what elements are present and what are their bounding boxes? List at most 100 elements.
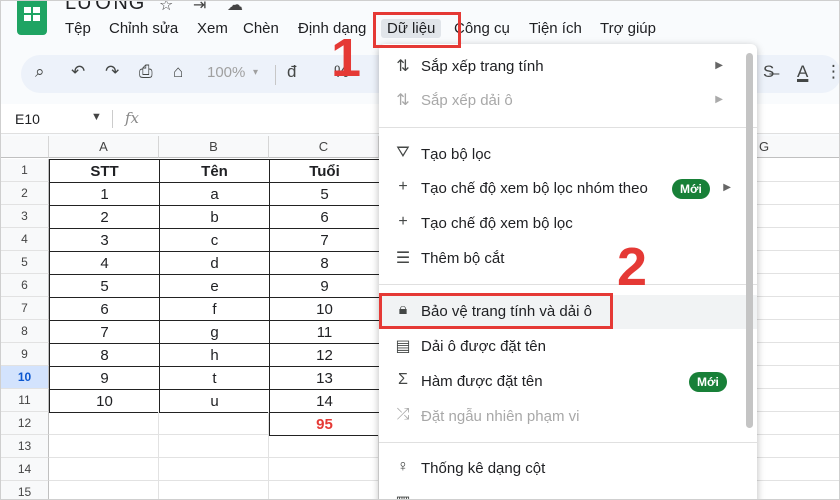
row-header[interactable]: 4 bbox=[1, 228, 49, 251]
table-cell[interactable]: 1 bbox=[49, 182, 160, 206]
table-cell[interactable]: 10 bbox=[49, 389, 160, 413]
table-cell[interactable]: 5 bbox=[269, 182, 380, 206]
menu-item-sort-range[interactable]: ⇅ Sắp xếp dải ô ▶ bbox=[379, 84, 757, 118]
table-cell[interactable]: 8 bbox=[49, 343, 160, 367]
search-icon[interactable]: ⌕ bbox=[35, 62, 45, 82]
row-header[interactable]: 10 bbox=[1, 366, 49, 389]
grid-cell[interactable] bbox=[159, 412, 269, 435]
row-header[interactable]: 9 bbox=[1, 343, 49, 366]
row-header[interactable]: 11 bbox=[1, 389, 49, 412]
paint-format-icon[interactable]: ⌂ bbox=[173, 62, 183, 82]
row-header[interactable]: 2 bbox=[1, 182, 49, 205]
table-cell[interactable]: 6 bbox=[269, 205, 380, 229]
text-color-icon[interactable]: A bbox=[797, 62, 808, 82]
table-cell[interactable]: 8 bbox=[269, 251, 380, 275]
table-cell[interactable]: b bbox=[159, 205, 270, 229]
redo-icon[interactable]: ↷ bbox=[105, 62, 119, 82]
move-folder-icon[interactable]: ⇥ bbox=[193, 1, 206, 15]
table-cell[interactable]: u bbox=[159, 389, 270, 413]
table-cell[interactable]: 13 bbox=[269, 366, 380, 390]
table-cell[interactable]: 12 bbox=[269, 343, 380, 367]
table-cell[interactable]: a bbox=[159, 182, 270, 206]
menu-chinh-sua[interactable]: Chỉnh sửa bbox=[109, 20, 178, 37]
grid-cell[interactable] bbox=[269, 481, 379, 499]
more-options-icon[interactable]: ⋮ bbox=[825, 62, 839, 82]
table-cell[interactable]: 11 bbox=[269, 320, 380, 344]
table-cell[interactable]: 3 bbox=[49, 228, 160, 252]
table-cell[interactable]: c bbox=[159, 228, 270, 252]
zoom-select[interactable]: 100% bbox=[207, 64, 245, 81]
menu-cong-cu[interactable]: Công cụ bbox=[454, 20, 510, 37]
table-cell[interactable]: 10 bbox=[269, 297, 380, 321]
table-header-cell[interactable]: Tuổi bbox=[269, 159, 380, 183]
menu-tro-giup[interactable]: Trợ giúp bbox=[600, 20, 656, 37]
table-cell[interactable]: d bbox=[159, 251, 270, 275]
select-all-corner[interactable] bbox=[1, 136, 49, 158]
menu-item-create-filter[interactable]: ⛛ Tạo bộ lọc bbox=[379, 138, 757, 172]
table-cell[interactable]: 6 bbox=[49, 297, 160, 321]
menu-item-named-ranges[interactable]: ▤ Dải ô được đặt tên bbox=[379, 330, 757, 364]
menu-scrollbar[interactable] bbox=[746, 53, 753, 428]
grid-cell[interactable] bbox=[159, 458, 269, 481]
table-header-cell[interactable]: STT bbox=[49, 159, 160, 183]
grid-cell[interactable] bbox=[269, 458, 379, 481]
grid-cell[interactable] bbox=[49, 481, 159, 499]
menu-item-column-stats[interactable]: ♀ Thống kê dạng cột bbox=[379, 452, 757, 486]
row-header[interactable]: 6 bbox=[1, 274, 49, 297]
print-icon[interactable]: ⎙ bbox=[139, 62, 153, 82]
menu-item-filter-view[interactable]: + Tạo chế độ xem bộ lọc bbox=[379, 207, 757, 241]
menu-chen[interactable]: Chèn bbox=[243, 20, 279, 37]
table-cell[interactable]: 9 bbox=[269, 274, 380, 298]
column-header-b[interactable]: B bbox=[159, 136, 269, 158]
grid-cell[interactable] bbox=[49, 412, 159, 435]
row-header[interactable]: 1 bbox=[1, 159, 49, 182]
menu-item-group-filter-view[interactable]: + Tạo chế độ xem bộ lọc nhóm theo Mới ▶ bbox=[379, 172, 757, 206]
name-box[interactable]: E10 bbox=[15, 111, 40, 127]
grid-cell[interactable] bbox=[159, 435, 269, 458]
column-header-a[interactable]: A bbox=[49, 136, 159, 158]
table-cell[interactable]: 14 bbox=[269, 389, 380, 413]
row-header[interactable]: 13 bbox=[1, 435, 49, 458]
cloud-status-icon[interactable]: ☁ bbox=[227, 1, 243, 15]
document-title[interactable]: LƯƠNG bbox=[65, 1, 145, 15]
grid-cell[interactable] bbox=[159, 481, 269, 499]
strikethrough-icon[interactable]: S̶ bbox=[763, 62, 774, 82]
star-icon[interactable]: ☆ bbox=[159, 1, 173, 15]
table-cell[interactable]: 2 bbox=[49, 205, 160, 229]
grid-cell[interactable] bbox=[269, 435, 379, 458]
table-cell[interactable]: t bbox=[159, 366, 270, 390]
row-header[interactable]: 3 bbox=[1, 205, 49, 228]
table-cell[interactable]: e bbox=[159, 274, 270, 298]
table-cell[interactable]: f bbox=[159, 297, 270, 321]
row-header[interactable]: 8 bbox=[1, 320, 49, 343]
grid-cell[interactable] bbox=[49, 435, 159, 458]
menu-tep[interactable]: Tệp bbox=[65, 20, 91, 37]
menu-tien-ich[interactable]: Tiện ích bbox=[529, 20, 582, 37]
undo-icon[interactable]: ↶ bbox=[71, 62, 85, 82]
grid-cell[interactable] bbox=[49, 458, 159, 481]
table-cell[interactable]: 4 bbox=[49, 251, 160, 275]
total-cell[interactable]: 95 bbox=[269, 412, 380, 436]
zoom-chevron-icon[interactable]: ▾ bbox=[253, 67, 258, 78]
column-header-c[interactable]: C bbox=[269, 136, 379, 158]
table-header-cell[interactable]: Tên bbox=[159, 159, 270, 183]
menu-item-named-functions[interactable]: Σ Hàm được đặt tên Mới bbox=[379, 365, 757, 399]
menu-item-add-slicer[interactable]: ☰ Thêm bộ cắt bbox=[379, 242, 757, 276]
table-cell[interactable]: 7 bbox=[49, 320, 160, 344]
menu-item-sort-sheet[interactable]: ⇅ Sắp xếp trang tính ▶ bbox=[379, 50, 757, 84]
sheets-logo-icon[interactable] bbox=[17, 1, 47, 35]
menu-item-truncated[interactable]: ▦ bbox=[379, 486, 757, 499]
table-cell[interactable]: g bbox=[159, 320, 270, 344]
currency-format-button[interactable]: đ bbox=[287, 62, 296, 82]
name-box-chevron-icon[interactable]: ▼ bbox=[91, 111, 102, 123]
row-header[interactable]: 15 bbox=[1, 481, 49, 499]
row-header[interactable]: 7 bbox=[1, 297, 49, 320]
row-header[interactable]: 5 bbox=[1, 251, 49, 274]
menu-item-randomize-range[interactable]: ⤮ Đặt ngẫu nhiên phạm vi bbox=[379, 400, 757, 434]
table-cell[interactable]: h bbox=[159, 343, 270, 367]
table-cell[interactable]: 5 bbox=[49, 274, 160, 298]
row-header[interactable]: 12 bbox=[1, 412, 49, 435]
row-header[interactable]: 14 bbox=[1, 458, 49, 481]
menu-xem[interactable]: Xem bbox=[197, 20, 228, 37]
table-cell[interactable]: 9 bbox=[49, 366, 160, 390]
